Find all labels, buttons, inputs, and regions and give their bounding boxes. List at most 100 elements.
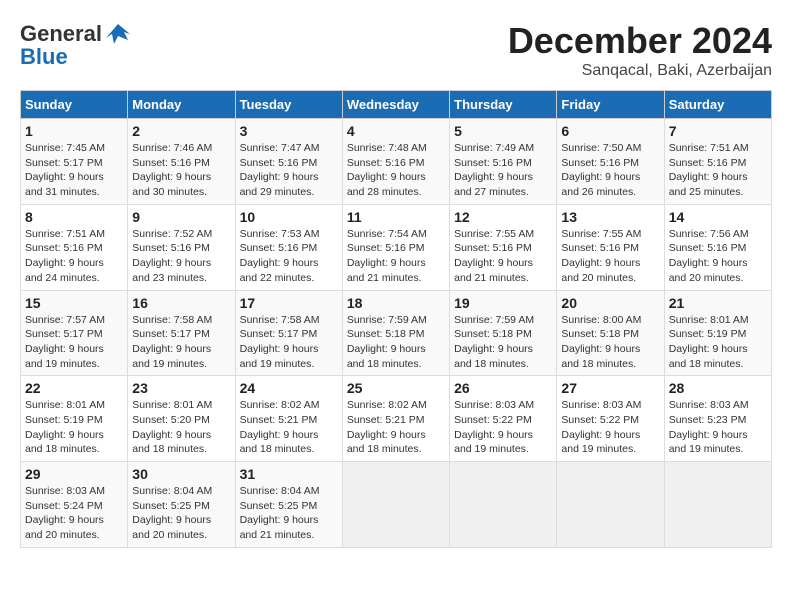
day-info: Sunrise: 7:56 AMSunset: 5:16 PMDaylight:… bbox=[669, 227, 767, 286]
table-row: 6 Sunrise: 7:50 AMSunset: 5:16 PMDaylight… bbox=[557, 119, 664, 205]
day-number: 21 bbox=[669, 295, 767, 311]
day-info: Sunrise: 8:03 AMSunset: 5:22 PMDaylight:… bbox=[561, 398, 659, 457]
sunrise-text: Sunrise: 8:02 AM bbox=[240, 398, 338, 413]
day-info: Sunrise: 8:01 AMSunset: 5:20 PMDaylight:… bbox=[132, 398, 230, 457]
day-info: Sunrise: 8:04 AMSunset: 5:25 PMDaylight:… bbox=[132, 484, 230, 543]
sunrise-text: Sunrise: 7:49 AM bbox=[454, 141, 552, 156]
table-row: 30 Sunrise: 8:04 AMSunset: 5:25 PMDayligh… bbox=[128, 462, 235, 548]
day-number: 31 bbox=[240, 466, 338, 482]
page-header: General Blue December 2024 Sanqacal, Bak… bbox=[20, 20, 772, 80]
daylight-text: Daylight: 9 hours and 30 minutes. bbox=[132, 170, 230, 199]
table-row: 11Sunrise: 7:54 AMSunset: 5:16 PMDayligh… bbox=[342, 204, 449, 290]
daylight-text: Daylight: 9 hours and 23 minutes. bbox=[132, 256, 230, 285]
daylight-text: Daylight: 9 hours and 18 minutes. bbox=[347, 428, 445, 457]
sunset-text: Sunset: 5:16 PM bbox=[669, 241, 767, 256]
day-number: 2 bbox=[132, 123, 230, 139]
day-number: 11 bbox=[347, 209, 445, 225]
day-info: Sunrise: 7:49 AMSunset: 5:16 PMDaylight:… bbox=[454, 141, 552, 200]
sunrise-text: Sunrise: 8:01 AM bbox=[25, 398, 123, 413]
day-info: Sunrise: 7:45 AMSunset: 5:17 PMDaylight:… bbox=[25, 141, 123, 200]
day-info: Sunrise: 7:58 AMSunset: 5:17 PMDaylight:… bbox=[240, 313, 338, 372]
sunrise-text: Sunrise: 7:55 AM bbox=[454, 227, 552, 242]
daylight-text: Daylight: 9 hours and 19 minutes. bbox=[669, 428, 767, 457]
daylight-text: Daylight: 9 hours and 21 minutes. bbox=[454, 256, 552, 285]
sunrise-text: Sunrise: 7:48 AM bbox=[347, 141, 445, 156]
sunrise-text: Sunrise: 8:02 AM bbox=[347, 398, 445, 413]
calendar-week-row: 29Sunrise: 8:03 AMSunset: 5:24 PMDayligh… bbox=[21, 462, 772, 548]
day-info: Sunrise: 8:01 AMSunset: 5:19 PMDaylight:… bbox=[25, 398, 123, 457]
day-number: 19 bbox=[454, 295, 552, 311]
daylight-text: Daylight: 9 hours and 28 minutes. bbox=[347, 170, 445, 199]
table-row bbox=[664, 462, 771, 548]
sunset-text: Sunset: 5:24 PM bbox=[25, 499, 123, 514]
sunrise-text: Sunrise: 8:04 AM bbox=[240, 484, 338, 499]
day-number: 29 bbox=[25, 466, 123, 482]
sunset-text: Sunset: 5:16 PM bbox=[454, 241, 552, 256]
daylight-text: Daylight: 9 hours and 18 minutes. bbox=[669, 342, 767, 371]
table-row: 25Sunrise: 8:02 AMSunset: 5:21 PMDayligh… bbox=[342, 376, 449, 462]
day-info: Sunrise: 7:51 AMSunset: 5:16 PMDaylight:… bbox=[669, 141, 767, 200]
daylight-text: Daylight: 9 hours and 29 minutes. bbox=[240, 170, 338, 199]
sunrise-text: Sunrise: 8:03 AM bbox=[669, 398, 767, 413]
daylight-text: Daylight: 9 hours and 19 minutes. bbox=[132, 342, 230, 371]
logo-bird-icon bbox=[104, 20, 132, 48]
daylight-text: Daylight: 9 hours and 18 minutes. bbox=[25, 428, 123, 457]
sunset-text: Sunset: 5:16 PM bbox=[240, 241, 338, 256]
table-row: 31Sunrise: 8:04 AMSunset: 5:25 PMDayligh… bbox=[235, 462, 342, 548]
table-row: 9Sunrise: 7:52 AMSunset: 5:16 PMDaylight… bbox=[128, 204, 235, 290]
col-thursday: Thursday bbox=[450, 91, 557, 119]
title-block: December 2024 Sanqacal, Baki, Azerbaijan bbox=[508, 20, 772, 80]
table-row: 15Sunrise: 7:57 AMSunset: 5:17 PMDayligh… bbox=[21, 290, 128, 376]
sunrise-text: Sunrise: 7:51 AM bbox=[25, 227, 123, 242]
day-info: Sunrise: 7:52 AMSunset: 5:16 PMDaylight:… bbox=[132, 227, 230, 286]
day-number: 12 bbox=[454, 209, 552, 225]
logo: General Blue bbox=[20, 20, 132, 70]
col-friday: Friday bbox=[557, 91, 664, 119]
day-number: 27 bbox=[561, 380, 659, 396]
calendar-week-row: 22Sunrise: 8:01 AMSunset: 5:19 PMDayligh… bbox=[21, 376, 772, 462]
table-row: 17 Sunrise: 7:58 AMSunset: 5:17 PMDayligh… bbox=[235, 290, 342, 376]
calendar-week-row: 15Sunrise: 7:57 AMSunset: 5:17 PMDayligh… bbox=[21, 290, 772, 376]
col-saturday: Saturday bbox=[664, 91, 771, 119]
daylight-text: Daylight: 9 hours and 18 minutes. bbox=[454, 342, 552, 371]
day-info: Sunrise: 7:48 AMSunset: 5:16 PMDaylight:… bbox=[347, 141, 445, 200]
day-number: 23 bbox=[132, 380, 230, 396]
sunrise-text: Sunrise: 8:03 AM bbox=[25, 484, 123, 499]
table-row: 23 Sunrise: 8:01 AMSunset: 5:20 PMDayligh… bbox=[128, 376, 235, 462]
day-info: Sunrise: 7:50 AMSunset: 5:16 PMDaylight:… bbox=[561, 141, 659, 200]
sunrise-text: Sunrise: 7:53 AM bbox=[240, 227, 338, 242]
day-number: 16 bbox=[132, 295, 230, 311]
table-row: 13 Sunrise: 7:55 AMSunset: 5:16 PMDayligh… bbox=[557, 204, 664, 290]
location-subtitle: Sanqacal, Baki, Azerbaijan bbox=[508, 62, 772, 80]
daylight-text: Daylight: 9 hours and 19 minutes. bbox=[454, 428, 552, 457]
sunset-text: Sunset: 5:16 PM bbox=[132, 241, 230, 256]
sunset-text: Sunset: 5:18 PM bbox=[454, 327, 552, 342]
table-row: 5 Sunrise: 7:49 AMSunset: 5:16 PMDaylight… bbox=[450, 119, 557, 205]
sunrise-text: Sunrise: 7:55 AM bbox=[561, 227, 659, 242]
day-number: 25 bbox=[347, 380, 445, 396]
day-number: 10 bbox=[240, 209, 338, 225]
day-info: Sunrise: 7:55 AMSunset: 5:16 PMDaylight:… bbox=[454, 227, 552, 286]
sunset-text: Sunset: 5:16 PM bbox=[561, 241, 659, 256]
daylight-text: Daylight: 9 hours and 18 minutes. bbox=[347, 342, 445, 371]
sunrise-text: Sunrise: 7:58 AM bbox=[240, 313, 338, 328]
table-row: 14Sunrise: 7:56 AMSunset: 5:16 PMDayligh… bbox=[664, 204, 771, 290]
calendar-week-row: 1Sunrise: 7:45 AMSunset: 5:17 PMDaylight… bbox=[21, 119, 772, 205]
day-number: 5 bbox=[454, 123, 552, 139]
table-row bbox=[450, 462, 557, 548]
day-number: 6 bbox=[561, 123, 659, 139]
sunrise-text: Sunrise: 7:45 AM bbox=[25, 141, 123, 156]
daylight-text: Daylight: 9 hours and 27 minutes. bbox=[454, 170, 552, 199]
daylight-text: Daylight: 9 hours and 20 minutes. bbox=[669, 256, 767, 285]
sunrise-text: Sunrise: 8:04 AM bbox=[132, 484, 230, 499]
daylight-text: Daylight: 9 hours and 20 minutes. bbox=[561, 256, 659, 285]
sunset-text: Sunset: 5:16 PM bbox=[669, 156, 767, 171]
day-number: 17 bbox=[240, 295, 338, 311]
day-number: 30 bbox=[132, 466, 230, 482]
sunset-text: Sunset: 5:23 PM bbox=[669, 413, 767, 428]
table-row: 10Sunrise: 7:53 AMSunset: 5:16 PMDayligh… bbox=[235, 204, 342, 290]
sunset-text: Sunset: 5:17 PM bbox=[25, 327, 123, 342]
day-number: 13 bbox=[561, 209, 659, 225]
day-number: 4 bbox=[347, 123, 445, 139]
sunrise-text: Sunrise: 7:56 AM bbox=[669, 227, 767, 242]
